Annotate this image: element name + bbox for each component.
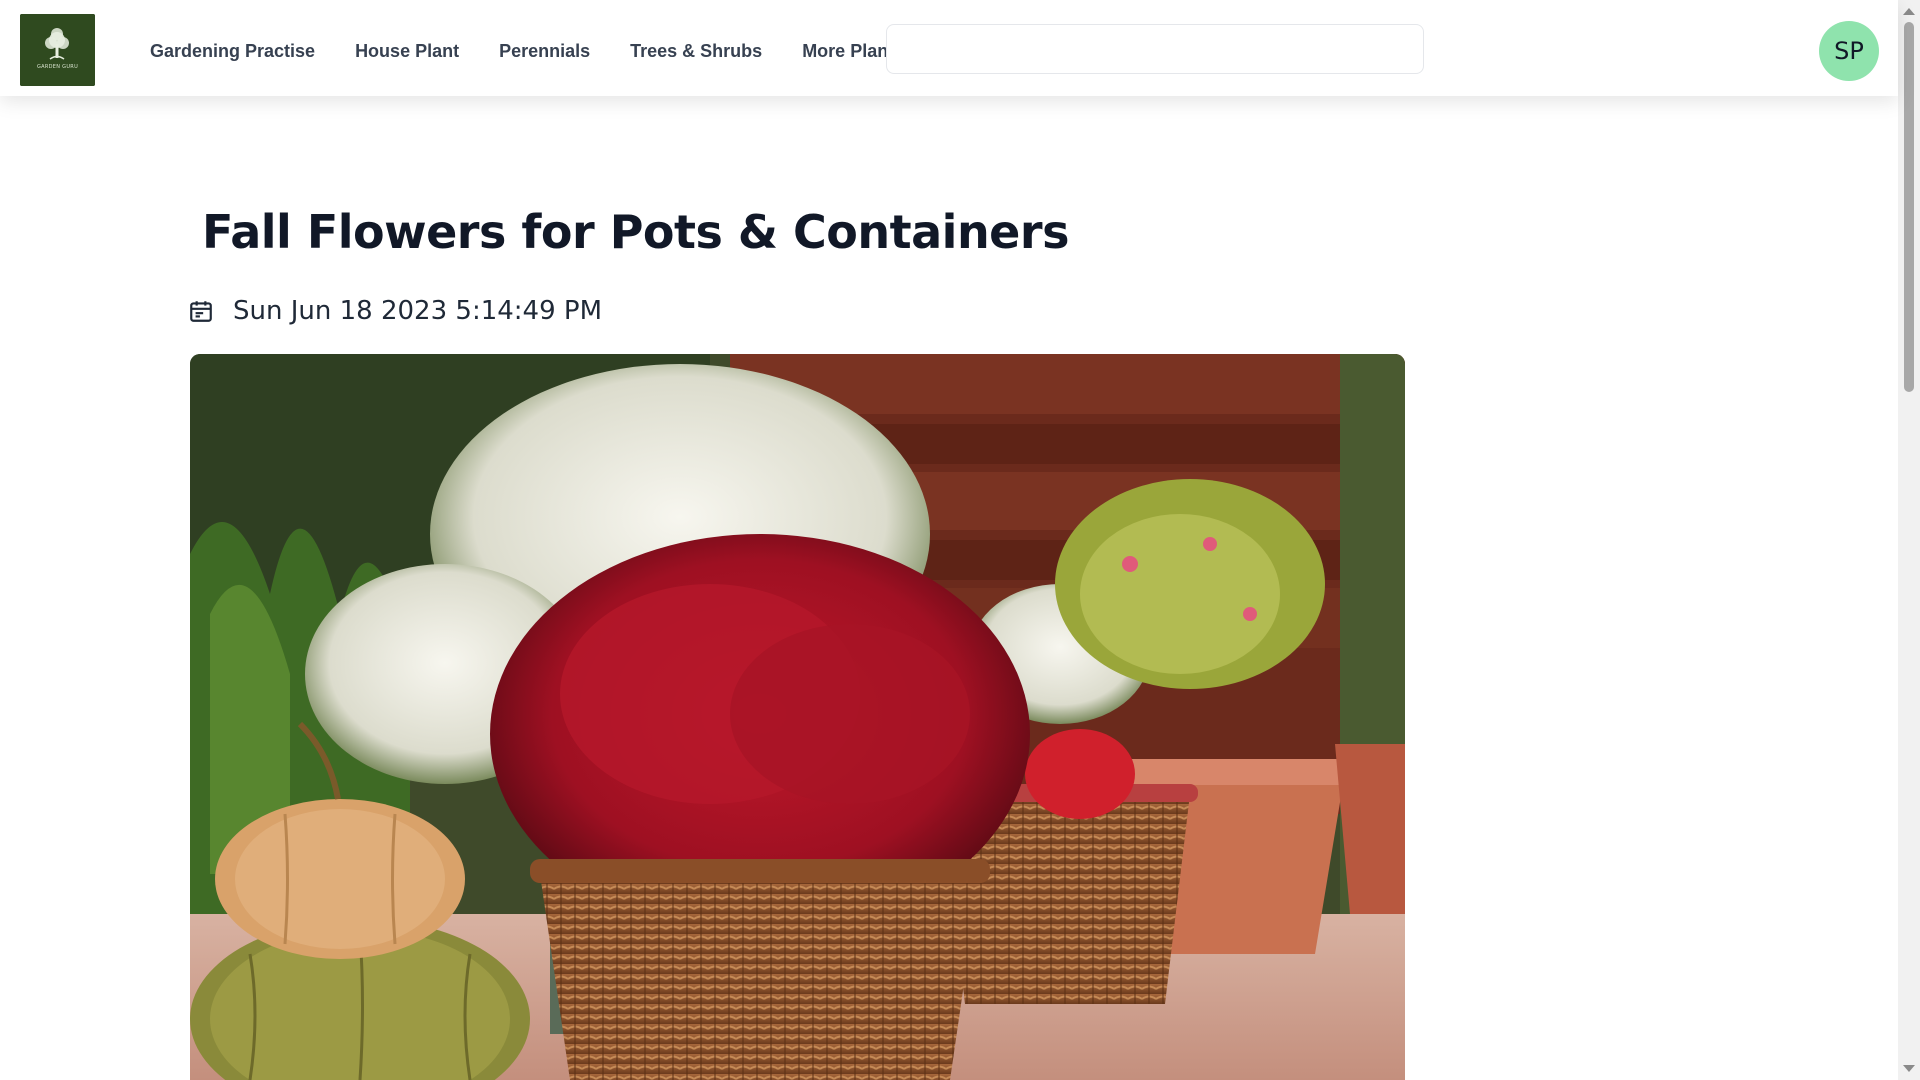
search-input[interactable]	[886, 24, 1424, 74]
article-title: Fall Flowers for Pots & Containers	[202, 205, 1069, 259]
scrollbar-thumb[interactable]	[1904, 22, 1914, 392]
article-date: Sun Jun 18 2023 5:14:49 PM	[233, 296, 603, 326]
nav-link-trees-shrubs[interactable]: Trees & Shrubs	[610, 41, 782, 62]
tree-logo-icon	[20, 14, 95, 86]
hero-image	[190, 354, 1405, 1080]
scroll-up-arrow-icon[interactable]	[1903, 8, 1915, 15]
logo-text: GARDEN GURU	[36, 64, 79, 70]
nav-link-perennials[interactable]: Perennials	[479, 41, 610, 62]
calendar-icon	[190, 301, 212, 322]
nav-link-house-plant[interactable]: House Plant	[335, 41, 479, 62]
main-nav: Gardening Practise House Plant Perennial…	[130, 0, 924, 102]
user-avatar[interactable]: SP	[1819, 21, 1879, 81]
scroll-down-arrow-icon[interactable]	[1903, 1065, 1915, 1072]
fall-flowers-photo	[190, 354, 1405, 1080]
page-scrollbar[interactable]	[1898, 0, 1920, 1080]
top-navbar: GARDEN GURU Gardening Practise House Pla…	[0, 0, 1898, 96]
site-logo[interactable]: GARDEN GURU	[20, 14, 95, 86]
article-meta: Sun Jun 18 2023 5:14:49 PM	[188, 296, 602, 326]
nav-link-gardening-practise[interactable]: Gardening Practise	[130, 41, 335, 62]
